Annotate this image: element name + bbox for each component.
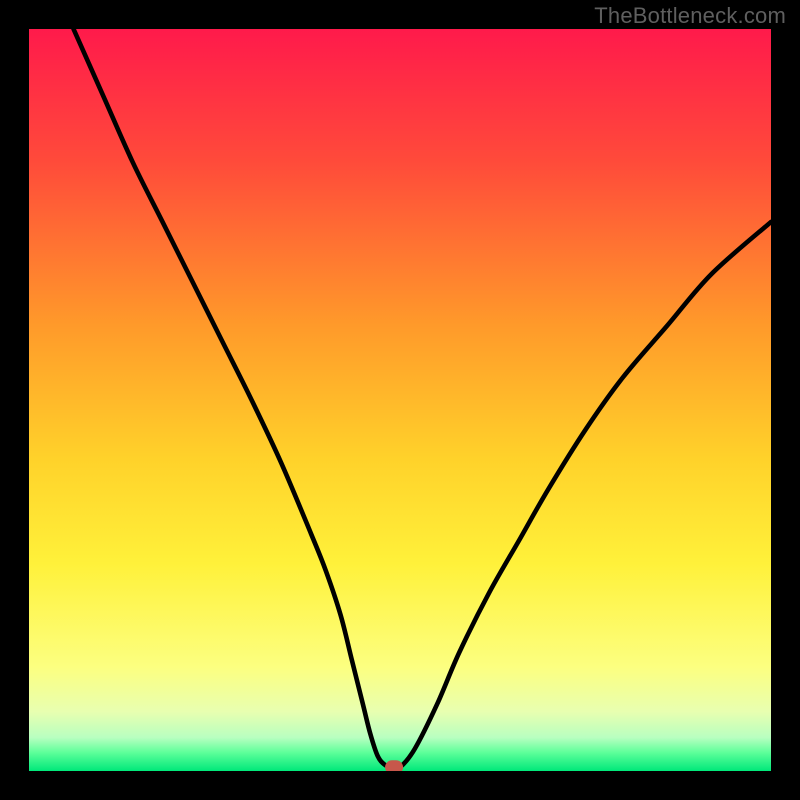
- optimal-marker: [385, 760, 403, 771]
- chart-svg: [29, 29, 771, 771]
- chart-container: TheBottleneck.com: [0, 0, 800, 800]
- plot-area: [29, 29, 771, 771]
- watermark-text: TheBottleneck.com: [594, 3, 786, 29]
